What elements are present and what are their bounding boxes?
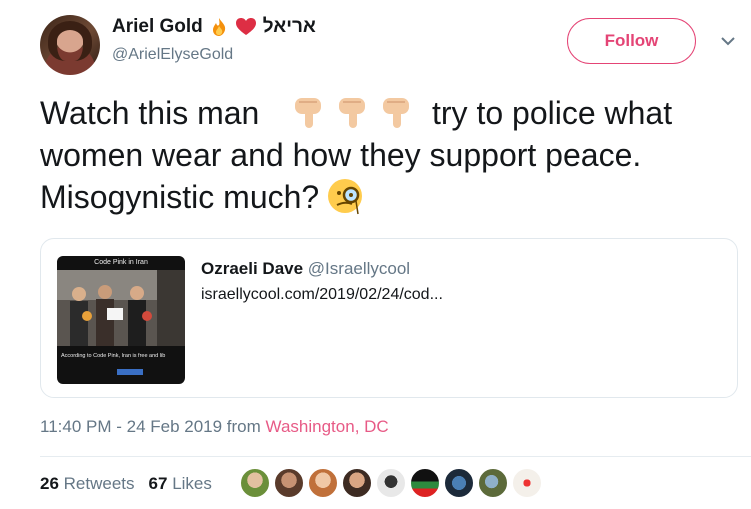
tweet-text: Watch this man try to police what women … <box>40 92 730 218</box>
card-title: Ozraeli Dave @Israellycool <box>201 259 410 279</box>
pointing-down-hand-icon <box>339 98 366 128</box>
likes-count: 67 <box>148 474 168 493</box>
display-name[interactable]: Ariel Gold <box>112 16 203 38</box>
chevron-down-icon[interactable] <box>719 34 737 48</box>
likes-stat[interactable]: 67 Likes <box>149 474 212 494</box>
heart-icon <box>235 18 256 35</box>
liker-avatar[interactable] <box>478 468 508 498</box>
liker-avatar[interactable] <box>410 468 440 498</box>
liker-avatar[interactable] <box>308 468 338 498</box>
thumb-tag <box>117 369 143 375</box>
likes-label: Likes <box>172 474 212 493</box>
hebrew-name: אריאל <box>262 16 316 37</box>
card-thumbnail[interactable]: Code Pink in Iran According to Code Pink… <box>57 256 185 384</box>
thumb-caption: According to Code Pink, Iran is free and… <box>61 353 166 359</box>
tweet: Ariel Gold אריאל @ArielElyseGold Follow … <box>0 0 751 509</box>
tweet-text-part: Misogynistic much? <box>40 179 320 215</box>
tweet-line-1: Watch this man try to police what <box>40 92 730 134</box>
liker-avatars <box>240 468 542 498</box>
location-link[interactable]: Washington, DC <box>266 417 389 436</box>
liker-avatar[interactable] <box>274 468 304 498</box>
retweets-stat[interactable]: 26 Retweets <box>40 474 135 494</box>
pointing-down-hand-icon <box>295 98 322 128</box>
card-author-handle: @Israellycool <box>307 259 411 278</box>
retweets-label: Retweets <box>63 474 135 493</box>
liker-avatar[interactable] <box>444 468 474 498</box>
pointing-down-hand-icon <box>383 98 410 128</box>
thumb-photo <box>57 270 185 346</box>
divider <box>40 456 751 457</box>
tweet-line-2: women wear and how they support peace. <box>40 137 642 173</box>
liker-avatar[interactable] <box>342 468 372 498</box>
tweet-text-part: Watch this man <box>40 95 260 131</box>
liker-avatar[interactable] <box>376 468 406 498</box>
author-name-row: Ariel Gold אריאל <box>112 16 316 38</box>
retweets-count: 26 <box>40 474 59 493</box>
link-card[interactable]: Code Pink in Iran According to Code Pink… <box>40 238 738 398</box>
tweet-line-3: Misogynistic much? <box>40 176 730 218</box>
fire-icon <box>212 18 225 36</box>
tweet-text-part: try to police what <box>432 95 673 131</box>
tweet-meta: 11:40 PM - 24 Feb 2019 from Washington, … <box>40 417 389 437</box>
follow-button[interactable]: Follow <box>567 18 696 64</box>
author-handle[interactable]: @ArielElyseGold <box>112 46 233 64</box>
liker-avatar[interactable] <box>512 468 542 498</box>
liker-avatar[interactable] <box>240 468 270 498</box>
card-author-name: Ozraeli Dave <box>201 259 304 278</box>
face-with-monocle-icon <box>328 179 363 215</box>
avatar[interactable] <box>40 15 100 75</box>
card-url[interactable]: israellycool.com/2019/02/24/cod... <box>201 286 443 304</box>
timestamp[interactable]: 11:40 PM - 24 Feb 2019 from <box>40 417 261 436</box>
tweet-stats: 26 Retweets 67 Likes <box>40 474 212 494</box>
